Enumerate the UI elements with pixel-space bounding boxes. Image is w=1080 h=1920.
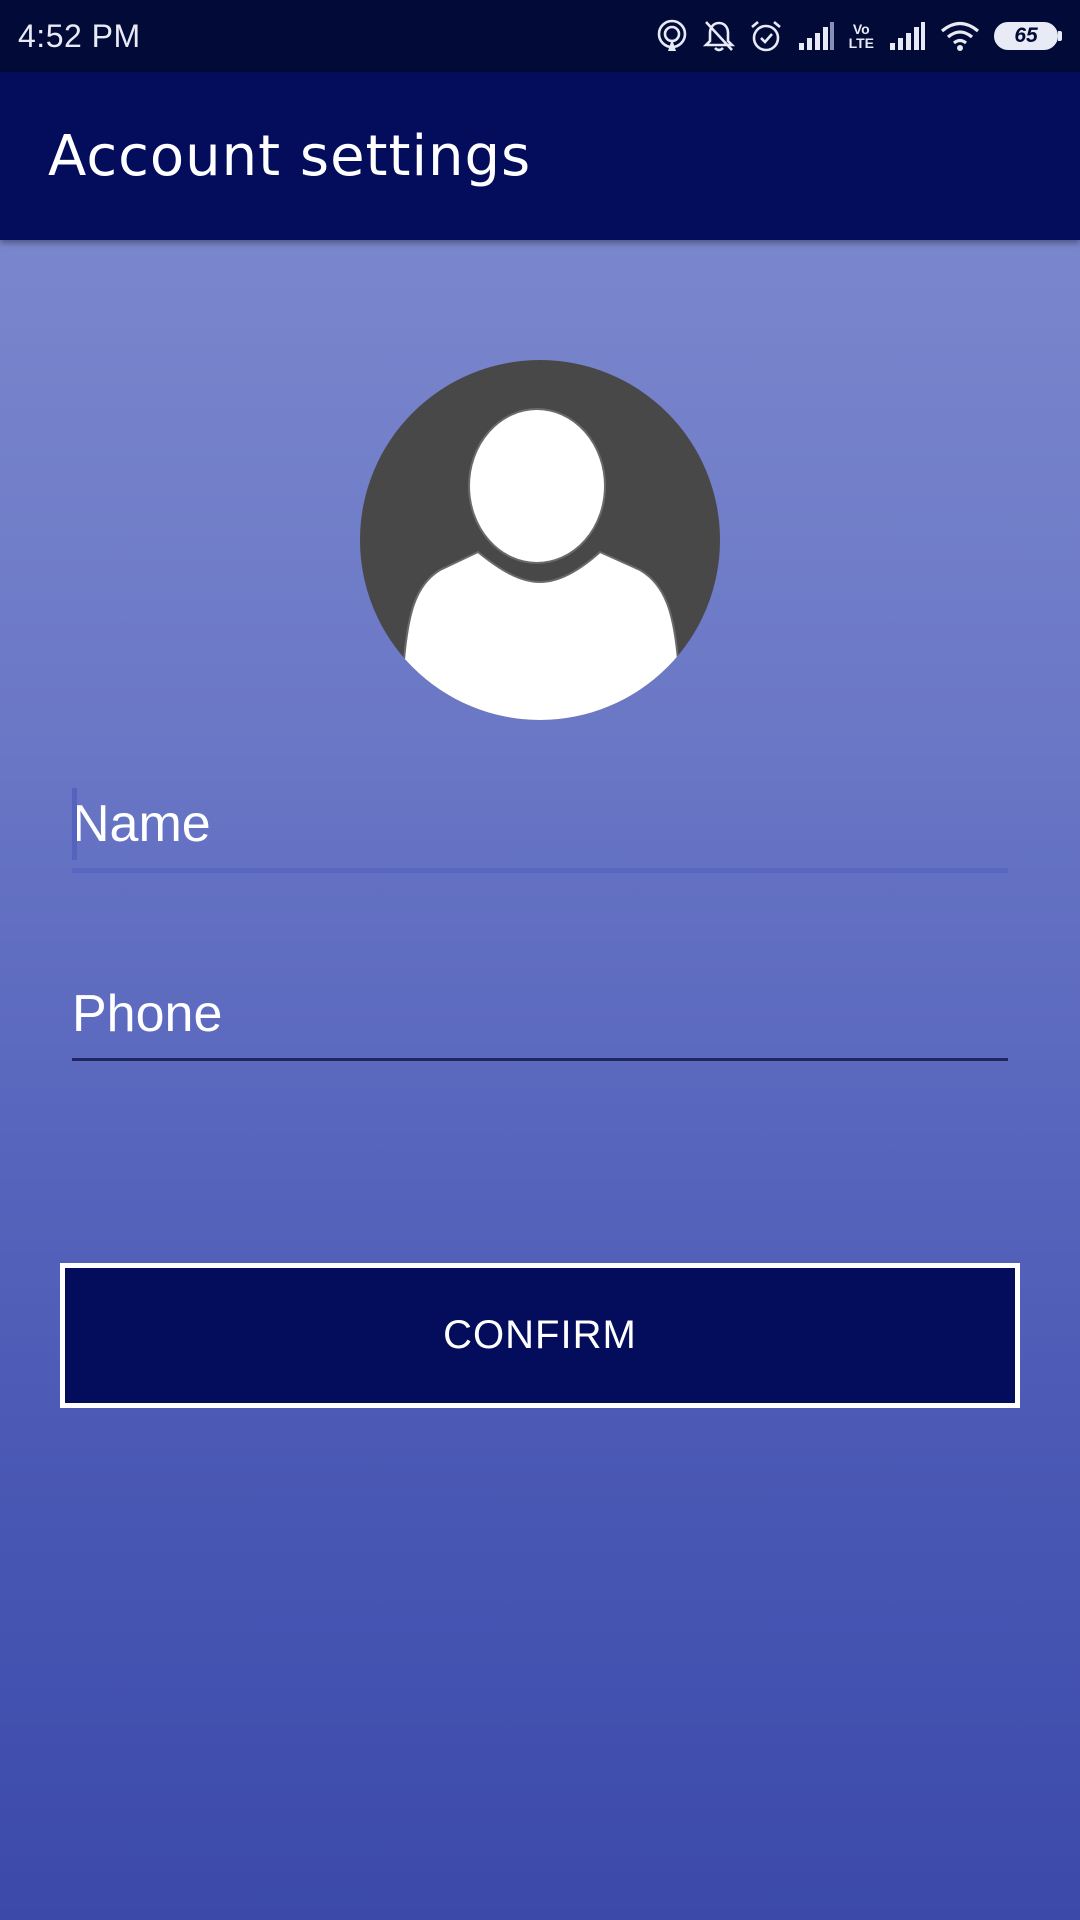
signal-icon	[888, 21, 926, 51]
hotspot-icon	[655, 19, 689, 53]
phone-input[interactable]	[72, 970, 1008, 1058]
person-silhouette-icon	[360, 360, 720, 720]
battery-icon: 65	[994, 22, 1062, 50]
account-settings-content: CONFIRM	[0, 240, 1080, 1920]
text-cursor	[72, 788, 77, 860]
signal-icon	[797, 21, 835, 51]
volte-icon: Vo LTE	[848, 21, 874, 51]
phone-underline	[72, 1058, 1008, 1061]
status-time: 4:52 PM	[18, 17, 141, 54]
page-title: Account settings	[48, 123, 532, 189]
status-icons: Vo LTE 65	[655, 19, 1062, 53]
app-bar: Account settings	[0, 72, 1080, 240]
avatar[interactable]	[360, 360, 720, 720]
status-bar: 4:52 PM Vo LTE 65	[0, 0, 1080, 72]
name-field[interactable]	[72, 780, 1008, 873]
bell-off-icon	[702, 19, 735, 53]
wifi-icon	[940, 20, 980, 52]
alarm-icon	[749, 19, 783, 53]
battery-level: 65	[994, 22, 1058, 50]
name-input[interactable]	[72, 780, 1008, 868]
phone-field[interactable]	[72, 970, 1008, 1061]
confirm-button[interactable]: CONFIRM	[60, 1263, 1020, 1408]
name-underline	[72, 868, 1008, 873]
